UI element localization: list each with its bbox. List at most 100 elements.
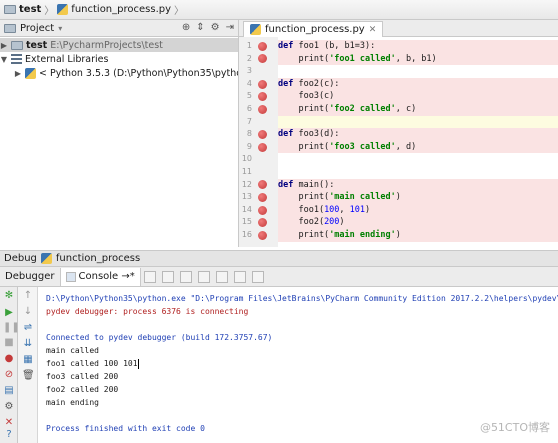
code-token: foo2( [278, 217, 325, 228]
project-tree: ▶ test E:\PycharmProjects\test ▼ Externa… [0, 37, 283, 247]
breakpoint-icon[interactable] [258, 104, 267, 114]
pin-icon[interactable]: ✕ [3, 417, 15, 429]
breakpoint-icon[interactable] [258, 130, 267, 139]
view-breakpoints-icon[interactable]: ● [3, 353, 15, 365]
settings-icon[interactable]: ⚙ [3, 401, 15, 413]
line-number: 1 [246, 41, 252, 50]
soft-wrap-icon[interactable]: ⇌ [22, 322, 34, 334]
tab-debugger-label: Debugger [5, 271, 55, 282]
help-icon[interactable]: ? [3, 429, 15, 441]
console-line: main called [46, 346, 99, 355]
line-number: 16 [241, 230, 252, 239]
tree-item-label: External Libraries [25, 53, 109, 65]
mute-breakpoints-icon[interactable]: ⊘ [3, 369, 15, 381]
breakpoint-icon[interactable] [258, 205, 267, 215]
scroll-end-icon[interactable]: ⇊ [22, 338, 34, 350]
code-line[interactable]: print('main ending') [278, 229, 558, 242]
resume-icon[interactable]: ▶ [3, 307, 15, 319]
line-number: 7 [246, 116, 252, 126]
code-token: def [278, 41, 299, 51]
code-token: foo2(c): [298, 78, 340, 89]
code-line[interactable]: foo3(c) [278, 90, 558, 103]
run-to-cursor-icon[interactable] [215, 270, 228, 283]
editor-tab[interactable]: function_process.py ✕ [243, 21, 384, 37]
code-token: 101 [349, 204, 366, 215]
down-arrow-icon[interactable]: ↓ [22, 306, 34, 318]
code-token: def [278, 78, 299, 89]
chevron-right-icon: 〉 [174, 6, 185, 17]
chevron-right-icon: 〉 [44, 6, 55, 17]
code-line[interactable] [278, 115, 558, 129]
sync-icon[interactable]: ⊕ [182, 22, 190, 33]
step-into-my-code-icon[interactable] [179, 270, 192, 283]
line-number: 5 [246, 91, 252, 101]
navigation-breadcrumb: test 〉 function_process.py 〉 [0, 0, 558, 20]
breadcrumb-project[interactable]: test [4, 4, 41, 15]
chevron-down-icon[interactable]: ▼ [0, 55, 8, 64]
breakpoint-icon[interactable] [258, 193, 267, 202]
print-icon[interactable]: ▦ [22, 354, 34, 366]
breakpoint-icon[interactable] [258, 41, 267, 51]
breakpoint-icon[interactable] [258, 142, 267, 152]
tree-item-external-libraries[interactable]: ▼ External Libraries [0, 52, 109, 66]
line-number: 15 [241, 217, 252, 227]
code-line[interactable]: foo1(100, 101) [278, 203, 558, 217]
code-line[interactable]: print('foo1 called', b, b1) [278, 52, 558, 66]
breakpoint-icon[interactable] [258, 230, 267, 240]
table-view-icon[interactable] [251, 270, 264, 283]
code-token: def [278, 179, 299, 190]
code-line[interactable]: def foo3(d): [278, 128, 558, 141]
code-line[interactable] [278, 65, 558, 78]
chevron-right-icon[interactable]: ▶ [0, 41, 8, 50]
code-line[interactable] [278, 166, 558, 179]
debug-title-bar: Debug function_process [0, 250, 558, 267]
evaluate-icon[interactable] [233, 270, 246, 283]
pause-icon[interactable]: ❚❚ [3, 322, 20, 334]
tab-console[interactable]: Console →* [60, 267, 141, 286]
code-token: ) [339, 217, 345, 228]
close-icon[interactable]: ✕ [369, 25, 377, 35]
line-number: 3 [246, 66, 252, 76]
code-line[interactable]: print('main called') [278, 191, 558, 204]
code-token: 'main ending' [329, 230, 396, 240]
step-into-icon[interactable] [161, 270, 174, 283]
code-line[interactable]: print('foo2 called', c) [278, 103, 558, 116]
console-icon [65, 271, 76, 282]
layout-icon[interactable]: ▤ [3, 385, 15, 397]
code-line[interactable]: def main(): [278, 178, 558, 192]
code-line[interactable]: def foo2(c): [278, 77, 558, 91]
trash-icon[interactable]: 🗑 [22, 370, 35, 382]
up-arrow-icon[interactable]: ↑ [22, 290, 34, 302]
code-line[interactable] [278, 153, 558, 166]
tree-item-test[interactable]: ▶ test E:\PycharmProjects\test [0, 38, 238, 52]
breadcrumb-file[interactable]: function_process.py [57, 4, 171, 15]
code-line[interactable]: print('foo3 called', d) [278, 140, 558, 154]
hide-icon[interactable]: ⇥ [226, 22, 234, 33]
line-number: 6 [246, 104, 252, 113]
chevron-right-icon[interactable]: ▶ [14, 69, 22, 78]
folder-icon [11, 40, 23, 50]
python-icon [25, 67, 36, 79]
code-line[interactable]: def foo1 (b, b1=3): [278, 40, 558, 53]
code-editor[interactable]: def foo1 (b, b1=3): print('foo1 called',… [278, 37, 558, 247]
project-panel-title[interactable]: Project [20, 23, 54, 34]
code-line[interactable]: foo2(200) [278, 216, 558, 229]
chevron-down-icon[interactable]: ▾ [58, 24, 62, 33]
watermark: @51CTO博客 [479, 421, 550, 434]
code-token: , c) [395, 104, 417, 114]
code-token: print( [278, 104, 330, 114]
step-over-icon[interactable] [143, 270, 156, 283]
console-line: Connected to pydev debugger (build 172.3… [46, 333, 273, 342]
code-token: 'main called' [329, 192, 396, 203]
code-token: 'foo3 called' [329, 141, 396, 152]
debug-title: Debug [4, 253, 37, 264]
collapse-icon[interactable]: ⇕ [196, 22, 204, 33]
tab-debugger[interactable]: Debugger [0, 267, 61, 286]
rerun-icon[interactable]: ✻ [3, 290, 15, 302]
project-panel-header: Project ▾ ⊕ ⇕ ⚙ ⇥ [0, 20, 238, 37]
stop-icon[interactable]: ■ [3, 337, 15, 349]
breakpoint-icon[interactable] [258, 79, 267, 89]
project-icon [4, 23, 16, 33]
step-out-icon[interactable] [197, 270, 210, 283]
gear-icon[interactable]: ⚙ [211, 22, 220, 33]
